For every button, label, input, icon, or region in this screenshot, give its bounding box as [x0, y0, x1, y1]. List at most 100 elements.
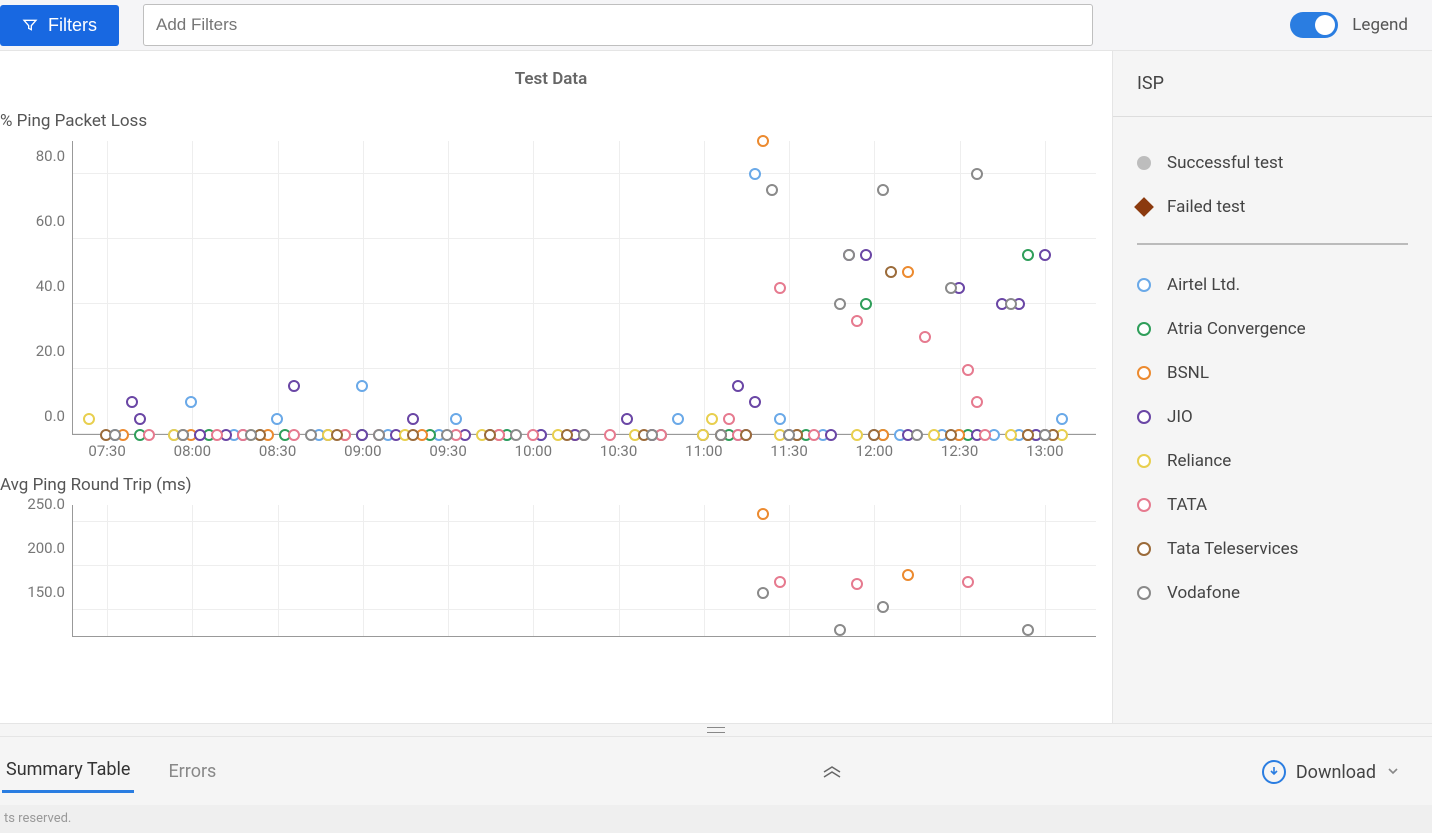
data-point[interactable] — [808, 429, 820, 441]
data-point[interactable] — [902, 569, 914, 581]
data-point[interactable] — [211, 429, 223, 441]
data-point[interactable] — [962, 364, 974, 376]
legend-isp-item[interactable]: Reliance — [1137, 439, 1408, 483]
data-point[interactable] — [706, 413, 718, 425]
data-point[interactable] — [732, 380, 744, 392]
data-point[interactable] — [928, 429, 940, 441]
data-point[interactable] — [288, 429, 300, 441]
data-point[interactable] — [851, 315, 863, 327]
data-point[interactable] — [407, 413, 419, 425]
data-point[interactable] — [305, 429, 317, 441]
data-point[interactable] — [604, 429, 616, 441]
data-point[interactable] — [245, 429, 257, 441]
data-point[interactable] — [757, 135, 769, 147]
round-trip-chart[interactable]: 150.0200.0250.0 — [0, 505, 1102, 665]
data-point[interactable] — [697, 429, 709, 441]
data-point[interactable] — [1005, 429, 1017, 441]
data-point[interactable] — [945, 282, 957, 294]
filters-input[interactable] — [143, 4, 1093, 46]
data-point[interactable] — [868, 429, 880, 441]
data-point[interactable] — [441, 429, 453, 441]
data-point[interactable] — [877, 601, 889, 613]
data-point[interactable] — [834, 624, 846, 636]
legend-isp-item[interactable]: BSNL — [1137, 351, 1408, 395]
data-point[interactable] — [373, 429, 385, 441]
data-point[interactable] — [851, 578, 863, 590]
tab-errors[interactable]: Errors — [164, 753, 220, 792]
packet-loss-chart[interactable]: 0.020.040.060.080.007:3008:0008:3009:000… — [0, 141, 1102, 463]
data-point[interactable] — [484, 429, 496, 441]
data-point[interactable] — [851, 429, 863, 441]
data-point[interactable] — [621, 413, 633, 425]
data-point[interactable] — [177, 429, 189, 441]
legend-isp-item[interactable]: Atria Convergence — [1137, 307, 1408, 351]
legend-isp-item[interactable]: JIO — [1137, 395, 1408, 439]
data-point[interactable] — [971, 168, 983, 180]
data-point[interactable] — [971, 396, 983, 408]
data-point[interactable] — [450, 413, 462, 425]
download-button[interactable]: Download — [1262, 760, 1400, 784]
legend-status-item[interactable]: Failed test — [1137, 185, 1408, 229]
data-point[interactable] — [356, 380, 368, 392]
filters-button[interactable]: Filters — [0, 5, 119, 46]
data-point[interactable] — [134, 413, 146, 425]
data-point[interactable] — [126, 396, 138, 408]
legend-status-item[interactable]: Successful test — [1137, 141, 1408, 185]
data-point[interactable] — [1039, 429, 1051, 441]
data-point[interactable] — [783, 429, 795, 441]
data-point[interactable] — [1022, 249, 1034, 261]
data-point[interactable] — [774, 282, 786, 294]
data-point[interactable] — [356, 429, 368, 441]
data-point[interactable] — [885, 266, 897, 278]
data-point[interactable] — [740, 429, 752, 441]
data-point[interactable] — [1039, 249, 1051, 261]
data-point[interactable] — [109, 429, 121, 441]
legend-isp-item[interactable]: Airtel Ltd. — [1137, 263, 1408, 307]
data-point[interactable] — [877, 184, 889, 196]
data-point[interactable] — [945, 429, 957, 441]
resize-handle[interactable] — [0, 723, 1432, 737]
data-point[interactable] — [834, 298, 846, 310]
data-point[interactable] — [715, 429, 727, 441]
data-point[interactable] — [774, 576, 786, 588]
legend-isp-item[interactable]: TATA — [1137, 483, 1408, 527]
data-point[interactable] — [185, 396, 197, 408]
data-point[interactable] — [331, 429, 343, 441]
data-point[interactable] — [288, 380, 300, 392]
data-point[interactable] — [578, 429, 590, 441]
data-point[interactable] — [860, 298, 872, 310]
data-point[interactable] — [510, 429, 522, 441]
data-point[interactable] — [1022, 624, 1034, 636]
expand-icon[interactable] — [822, 762, 842, 782]
data-point[interactable] — [749, 396, 761, 408]
data-point[interactable] — [407, 429, 419, 441]
data-point[interactable] — [902, 266, 914, 278]
data-point[interactable] — [774, 413, 786, 425]
data-point[interactable] — [646, 429, 658, 441]
data-point[interactable] — [757, 587, 769, 599]
data-point[interactable] — [749, 168, 761, 180]
data-point[interactable] — [672, 413, 684, 425]
data-point[interactable] — [143, 429, 155, 441]
legend-isp-item[interactable]: Tata Teleservices — [1137, 527, 1408, 571]
data-point[interactable] — [723, 413, 735, 425]
data-point[interactable] — [962, 576, 974, 588]
data-point[interactable] — [825, 429, 837, 441]
data-point[interactable] — [860, 249, 872, 261]
data-point[interactable] — [1022, 429, 1034, 441]
data-point[interactable] — [271, 413, 283, 425]
data-point[interactable] — [561, 429, 573, 441]
data-point[interactable] — [1005, 298, 1017, 310]
data-point[interactable] — [1056, 413, 1068, 425]
data-point[interactable] — [919, 331, 931, 343]
data-point[interactable] — [766, 184, 778, 196]
data-point[interactable] — [979, 429, 991, 441]
data-point[interactable] — [194, 429, 206, 441]
data-point[interactable] — [757, 508, 769, 520]
data-point[interactable] — [911, 429, 923, 441]
data-point[interactable] — [83, 413, 95, 425]
legend-toggle[interactable] — [1290, 12, 1338, 38]
tab-summary-table[interactable]: Summary Table — [2, 751, 134, 793]
data-point[interactable] — [843, 249, 855, 261]
data-point[interactable] — [527, 429, 539, 441]
